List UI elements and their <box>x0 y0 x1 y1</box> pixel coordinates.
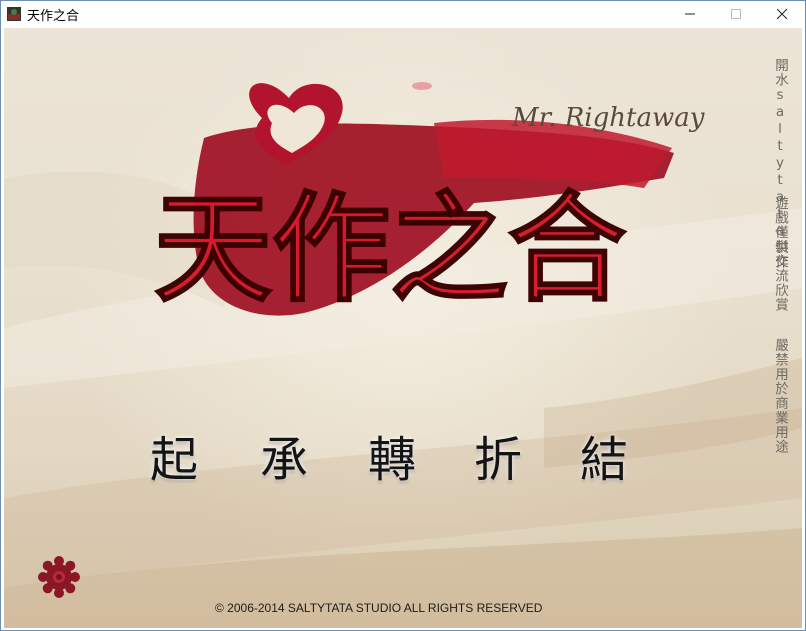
logo-subtitle: Mr. Rightaway <box>511 103 705 133</box>
app-icon <box>7 7 21 21</box>
credit-line-restriction: 嚴禁用於商業用途 <box>772 338 788 454</box>
maximize-button[interactable] <box>713 1 759 27</box>
menu-item-cheng[interactable]: 承 <box>244 420 324 490</box>
credit-line-usage: 遊戲僅供交流欣賞 <box>772 196 788 312</box>
menu-item-qi[interactable]: 起 <box>134 420 214 490</box>
gear-icon[interactable] <box>38 556 80 598</box>
menu-item-zhuan[interactable]: 轉 <box>352 420 432 490</box>
maximize-icon <box>731 9 741 19</box>
copyright-text: © 2006-2014 SALTYTATA STUDIO ALL RIGHTS … <box>215 601 543 615</box>
background-art: 天作之合 Mr. Rightaway <box>4 82 802 628</box>
menu-item-jie[interactable]: 結 <box>564 420 644 490</box>
minimize-button[interactable] <box>667 1 713 27</box>
minimize-icon <box>685 13 695 15</box>
game-title-screen: 天作之合 Mr. Rightaway 起 承 轉 折 結 開水saltytata… <box>4 28 802 628</box>
logo-title-text: 天作之合 <box>154 179 626 318</box>
close-button[interactable] <box>759 1 805 27</box>
menu-item-zhe[interactable]: 折 <box>458 420 538 490</box>
title-bar[interactable]: 天作之合 <box>1 1 805 27</box>
window-title: 天作之合 <box>27 9 80 24</box>
game-window: 天作之合 天作之合 Mr. Rightaway 起 承 轉 折 結 開水salt… <box>0 0 806 631</box>
close-icon <box>777 9 787 19</box>
